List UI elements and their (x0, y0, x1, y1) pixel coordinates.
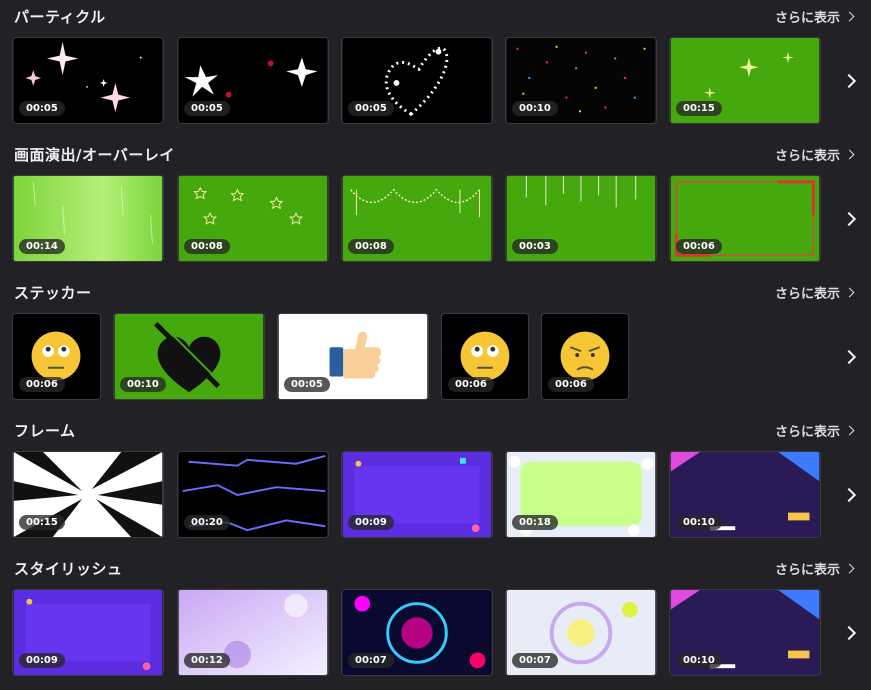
duration-badge: 00:10 (676, 515, 722, 530)
thumbnail-card[interactable]: 00:15 (12, 451, 164, 538)
thumbnail-card[interactable]: 00:06 (541, 313, 629, 400)
thumbnail-card[interactable]: 00:12 (177, 589, 329, 676)
section-header: フレーム さらに表示 (14, 420, 855, 442)
chevron-right-icon (841, 487, 857, 503)
thumbnail-card[interactable]: 00:05 (277, 313, 429, 400)
thumbnail-card[interactable]: 00:07 (341, 589, 493, 676)
show-more-link[interactable]: さらに表示 (774, 7, 855, 26)
thumbnail-row: 00:14 00:08 00:08 00:03 00:06 (12, 175, 832, 262)
show-more-label: さらに表示 (774, 149, 840, 164)
duration-badge: 00:05 (184, 101, 230, 116)
section-title: 画面演出/オーバーレイ (14, 146, 175, 164)
duration-badge: 00:07 (512, 653, 558, 668)
thumbnail-card[interactable]: 00:10 (505, 37, 657, 124)
duration-badge: 00:05 (19, 101, 65, 116)
section-stylish: スタイリッシュ さらに表示 00:09 00:12 00:07 00:07 00… (0, 552, 871, 690)
thumbnail-card[interactable]: 00:07 (505, 589, 657, 676)
section-particle: パーティクル さらに表示 00:05 00:05 00:05 00:10 00:… (0, 0, 871, 138)
duration-badge: 00:12 (184, 653, 230, 668)
duration-badge: 00:07 (348, 653, 394, 668)
duration-badge: 00:09 (348, 515, 394, 530)
duration-badge: 00:05 (348, 101, 394, 116)
chevron-right-icon (841, 349, 857, 365)
thumbnail-card[interactable]: 00:05 (12, 37, 164, 124)
duration-badge: 00:18 (512, 515, 558, 530)
show-more-link[interactable]: さらに表示 (774, 559, 855, 578)
thumbnail-card[interactable]: 00:10 (113, 313, 265, 400)
duration-badge: 00:06 (448, 377, 494, 392)
chevron-right-icon (844, 149, 855, 160)
section-sticker: ステッカー さらに表示 00:06 00:10 00:05 00:06 00:0… (0, 276, 871, 414)
thumbnail-card[interactable]: 00:15 (669, 37, 821, 124)
chevron-right-icon (844, 425, 855, 436)
duration-badge: 00:15 (19, 515, 65, 530)
chevron-right-icon (844, 287, 855, 298)
show-more-link[interactable]: さらに表示 (774, 421, 855, 440)
scroll-next-button[interactable] (841, 484, 859, 506)
section-header: パーティクル さらに表示 (14, 6, 855, 28)
section-title: スタイリッシュ (14, 560, 123, 578)
duration-badge: 00:09 (19, 653, 65, 668)
thumbnail-card[interactable]: 00:09 (12, 589, 164, 676)
chevron-right-icon (841, 73, 857, 89)
show-more-label: さらに表示 (774, 287, 840, 302)
show-more-label: さらに表示 (774, 563, 840, 578)
duration-badge: 00:06 (548, 377, 594, 392)
thumbnail-card[interactable]: 00:10 (669, 589, 821, 676)
scroll-next-button[interactable] (841, 622, 859, 644)
section-title: フレーム (14, 422, 76, 440)
thumbnail-card[interactable]: 00:08 (177, 175, 329, 262)
duration-badge: 00:06 (19, 377, 65, 392)
thumbnail-row: 00:15 00:20 00:09 00:18 00:10 (12, 451, 832, 538)
thumbnail-card[interactable]: 00:20 (177, 451, 329, 538)
duration-badge: 00:10 (120, 377, 166, 392)
thumbnail-card[interactable]: 00:05 (341, 37, 493, 124)
thumbnail-row: 00:05 00:05 00:05 00:10 00:15 (12, 37, 832, 124)
chevron-right-icon (841, 625, 857, 641)
show-more-link[interactable]: さらに表示 (774, 145, 855, 164)
scroll-next-button[interactable] (841, 208, 859, 230)
thumbnail-card[interactable]: 00:09 (341, 451, 493, 538)
section-title: ステッカー (14, 284, 92, 302)
chevron-right-icon (844, 563, 855, 574)
section-header: ステッカー さらに表示 (14, 282, 855, 304)
thumbnail-card[interactable]: 00:18 (505, 451, 657, 538)
thumbnail-card[interactable]: 00:08 (341, 175, 493, 262)
chevron-right-icon (844, 11, 855, 22)
duration-badge: 00:14 (19, 239, 65, 254)
show-more-link[interactable]: さらに表示 (774, 283, 855, 302)
scroll-next-button[interactable] (841, 346, 859, 368)
thumbnail-card[interactable]: 00:06 (669, 175, 821, 262)
section-header: 画面演出/オーバーレイ さらに表示 (14, 144, 855, 166)
show-more-label: さらに表示 (774, 425, 840, 440)
thumbnail-card[interactable]: 00:03 (505, 175, 657, 262)
scroll-next-button[interactable] (841, 70, 859, 92)
duration-badge: 00:15 (676, 101, 722, 116)
chevron-right-icon (841, 211, 857, 227)
thumbnail-row: 00:09 00:12 00:07 00:07 00:10 (12, 589, 832, 676)
thumbnail-card[interactable]: 00:14 (12, 175, 164, 262)
duration-badge: 00:10 (512, 101, 558, 116)
show-more-label: さらに表示 (774, 11, 840, 26)
section-header: スタイリッシュ さらに表示 (14, 558, 855, 580)
section-overlay: 画面演出/オーバーレイ さらに表示 00:14 00:08 00:08 00:0… (0, 138, 871, 276)
section-title: パーティクル (14, 8, 106, 26)
section-frame: フレーム さらに表示 00:15 00:20 00:09 00:18 00:10 (0, 414, 871, 552)
duration-badge: 00:03 (512, 239, 558, 254)
duration-badge: 00:05 (284, 377, 330, 392)
duration-badge: 00:10 (676, 653, 722, 668)
duration-badge: 00:20 (184, 515, 230, 530)
thumbnail-card[interactable]: 00:10 (669, 451, 821, 538)
duration-badge: 00:08 (184, 239, 230, 254)
thumbnail-card[interactable]: 00:05 (177, 37, 329, 124)
thumbnail-card[interactable]: 00:06 (12, 313, 101, 400)
duration-badge: 00:06 (676, 239, 722, 254)
thumbnail-row: 00:06 00:10 00:05 00:06 00:06 (12, 313, 832, 400)
thumbnail-card[interactable]: 00:06 (441, 313, 529, 400)
duration-badge: 00:08 (348, 239, 394, 254)
